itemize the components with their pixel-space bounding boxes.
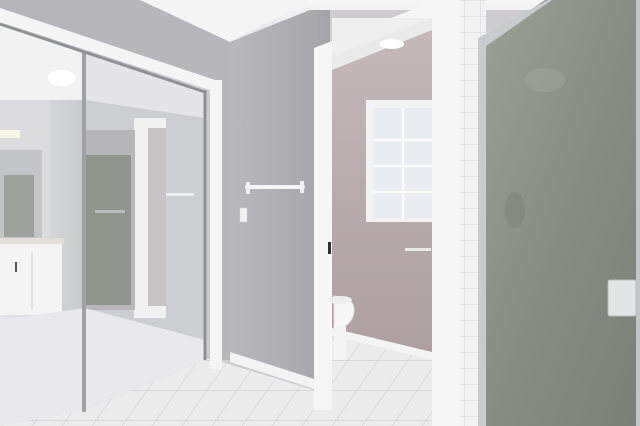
toilet-room-ceiling-light (380, 39, 404, 49)
mirrored-closet-doors (0, 22, 207, 426)
reflected-vanity (0, 240, 62, 315)
door-hinge (328, 242, 331, 254)
light-switch (239, 207, 248, 223)
toilet-room-towel-bar (405, 248, 431, 251)
shower-door (478, 0, 640, 426)
toilet-room (328, 18, 432, 426)
bathroom-photo (0, 0, 640, 426)
bathroom-scene (0, 0, 640, 426)
mirror-door-divider (82, 52, 86, 412)
reflected-shower-door (86, 155, 131, 305)
toilet-room-window (366, 100, 432, 222)
reflected-ceiling-light (48, 70, 76, 86)
shower-door-handle (607, 279, 637, 317)
reflected-towel-bar (166, 193, 194, 196)
